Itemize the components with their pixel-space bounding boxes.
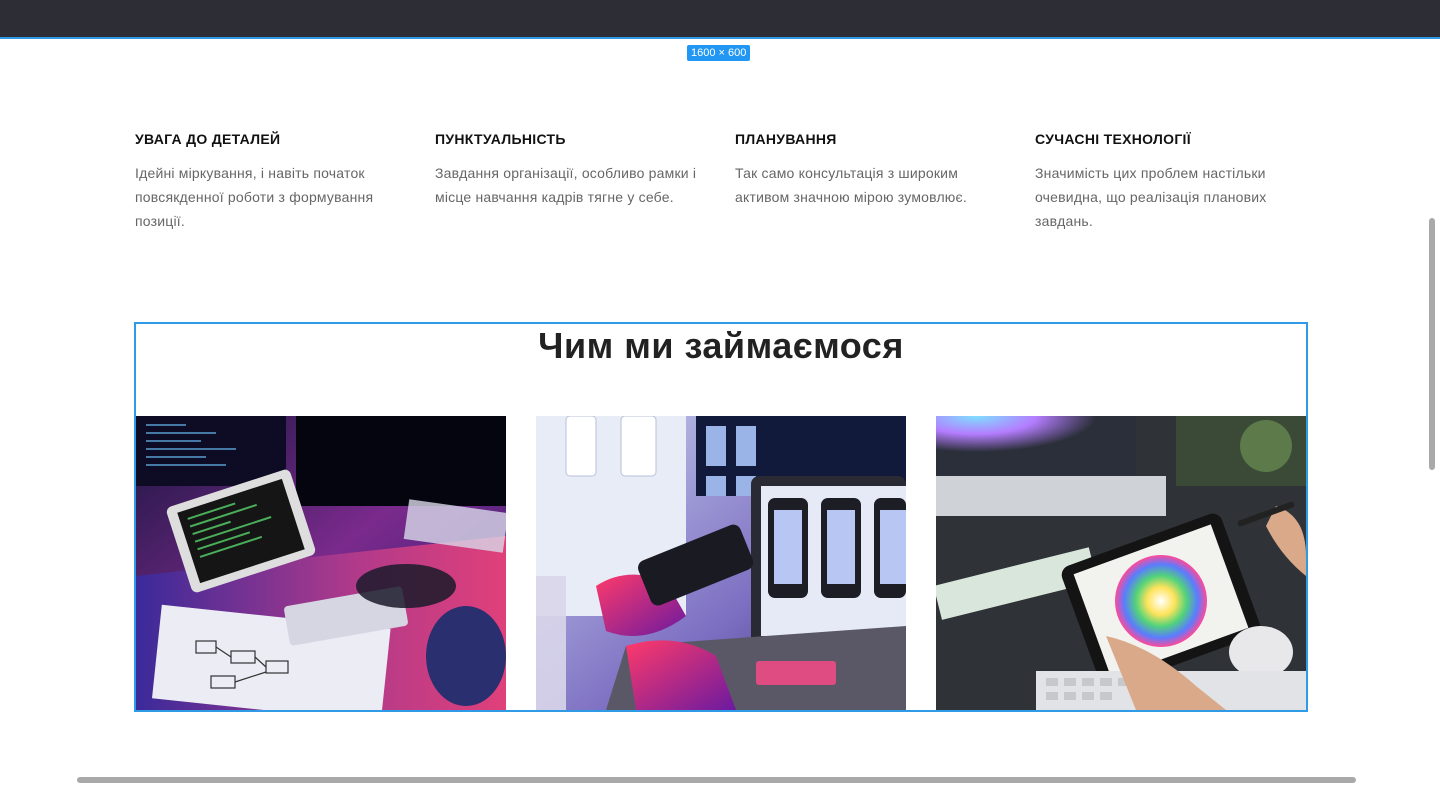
feature-title: СУЧАСНІ ТЕХНОЛОГІЇ [1035,131,1191,147]
section-title: Чим ми займаємося [538,325,904,366]
feature-text: Значимість цих проблем настільки очевидн… [1035,165,1267,229]
feature-punctuality: ПУНКТУАЛЬНІСТЬ Завдання організації, осо… [435,131,710,209]
feature-technologies: СУЧАСНІ ТЕХНОЛОГІЇ Значимість цих пробле… [1035,131,1310,233]
feature-title: ПУНКТУАЛЬНІСТЬ [435,131,566,147]
mobile-ui-design-photo [536,416,906,710]
color-palette-tablet-photo [936,416,1306,710]
feature-text: Ідейні міркування, і навіть початок повс… [135,165,374,229]
feature-details: УВАГА ДО ДЕТАЛЕЙ Ідейні міркування, і на… [135,131,410,233]
section-size-badge: 1600 × 600 [687,45,751,61]
feature-planning: ПЛАНУВАННЯ Так само консультація з широк… [735,131,1010,209]
feature-title: ПЛАНУВАННЯ [735,131,837,147]
feature-text: Завдання організації, особливо рамки і м… [435,165,697,205]
vertical-scrollbar[interactable] [1429,218,1435,470]
services-section[interactable]: Чим ми займаємося [134,322,1308,712]
coding-laptop-photo [136,416,506,710]
editor-toolbar [0,0,1440,39]
horizontal-scrollbar[interactable] [77,777,1356,783]
feature-title: УВАГА ДО ДЕТАЛЕЙ [135,131,281,147]
features-row: УВАГА ДО ДЕТАЛЕЙ Ідейні міркування, і на… [135,131,1305,241]
feature-text: Так само консультація з широким активом … [735,165,967,205]
